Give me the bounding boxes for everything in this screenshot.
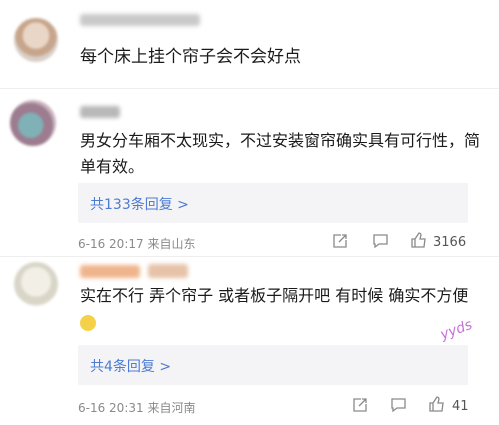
location: 来自河南 — [147, 401, 196, 415]
comment-meta: 6-16 20:17 来自山东 — [78, 235, 195, 252]
replies-link[interactable]: 共133条回复 > — [90, 194, 189, 214]
thumbs-up-icon[interactable] — [428, 396, 445, 415]
thumbs-up-icon[interactable] — [410, 232, 427, 251]
avatar[interactable] — [10, 100, 56, 146]
share-icon[interactable] — [352, 397, 368, 416]
like-count: 41 — [452, 399, 469, 414]
location: 来自山东 — [147, 237, 196, 251]
avatar[interactable] — [14, 262, 58, 306]
divider — [0, 256, 499, 257]
comment-text: 男女分车厢不太现实，不过安装窗帘确实具有可行性，简单有效。 — [80, 131, 481, 176]
comment-text: 每个床上挂个帘子会不会好点 — [80, 47, 301, 67]
timestamp: 6-16 20:31 — [78, 401, 144, 415]
timestamp: 6-16 20:17 — [78, 237, 144, 251]
comment-text: 实在不行 弄个帘子 或者板子隔开吧 有时候 确实不方便 — [80, 283, 470, 335]
like-count: 3166 — [433, 235, 467, 250]
username-blurred[interactable] — [80, 106, 120, 118]
comment-text-content: 实在不行 弄个帘子 或者板子隔开吧 有时候 确实不方便 — [80, 286, 469, 305]
username-blurred[interactable] — [80, 265, 140, 278]
divider — [0, 88, 499, 89]
emoji-icon — [80, 314, 96, 331]
replies-box[interactable]: 共133条回复 > — [78, 183, 468, 223]
badge-blurred — [148, 264, 188, 278]
avatar[interactable] — [14, 18, 58, 62]
comment-icon[interactable] — [390, 397, 407, 416]
replies-link[interactable]: 共4条回复 > — [90, 356, 171, 376]
replies-box[interactable]: 共4条回复 > — [78, 345, 468, 385]
comment-meta: 6-16 20:31 来自河南 — [78, 399, 195, 416]
share-icon[interactable] — [332, 233, 348, 252]
comment-icon[interactable] — [372, 233, 389, 252]
username-blurred[interactable] — [80, 14, 200, 26]
